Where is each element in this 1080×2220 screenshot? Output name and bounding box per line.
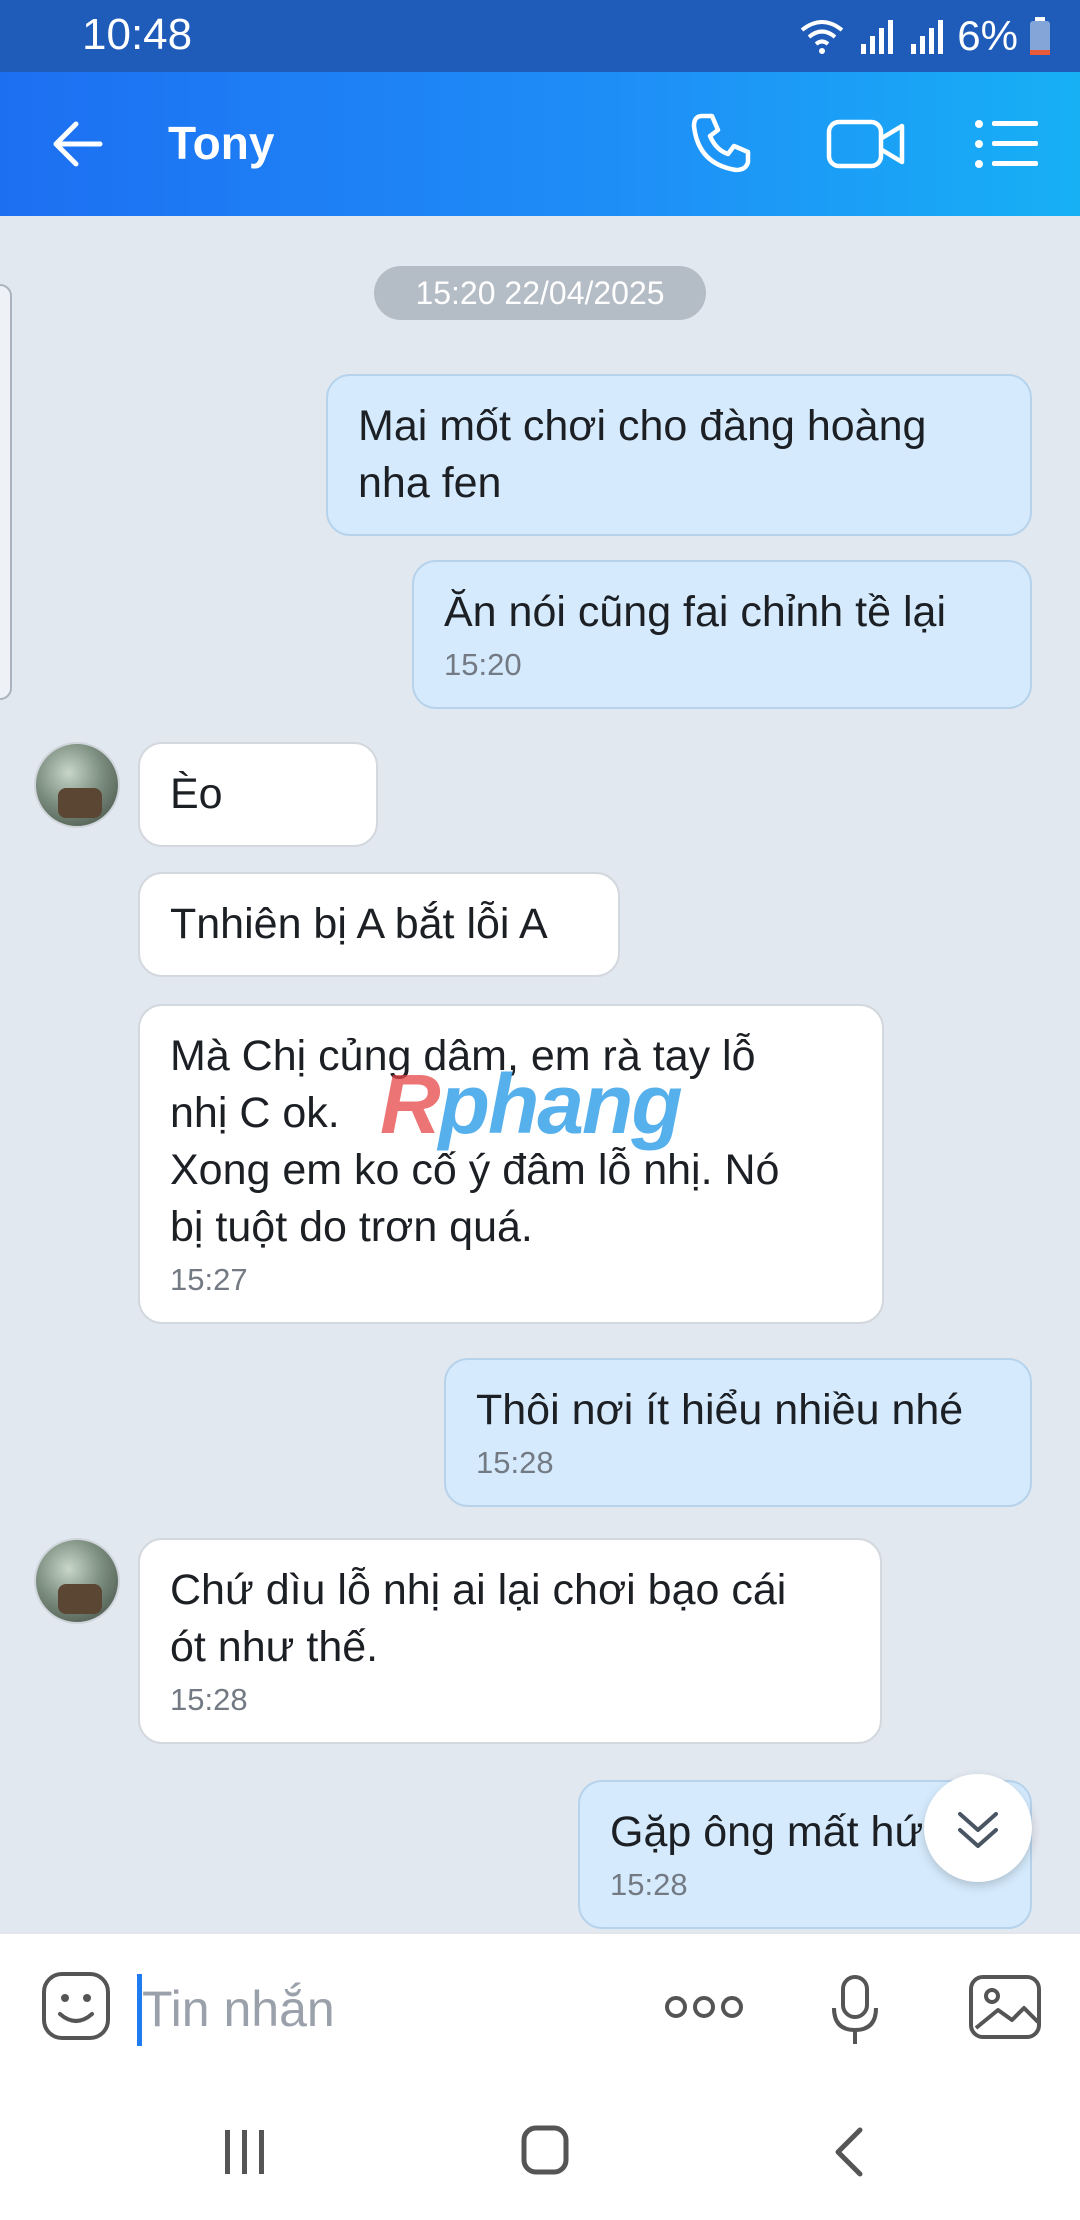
- message-input[interactable]: [142, 1966, 622, 2052]
- avatar[interactable]: [34, 742, 120, 828]
- more-options-icon[interactable]: [664, 1992, 744, 2022]
- message-bubble-outgoing[interactable]: Thôi nơi ít hiểu nhiều nhé 15:28: [444, 1358, 1032, 1507]
- video-call-icon[interactable]: [826, 118, 906, 170]
- message-text: Èo: [170, 770, 223, 818]
- message-text: Ăn nói cũng fai chỉnh tề lại: [444, 588, 946, 636]
- avatar[interactable]: [34, 1538, 120, 1624]
- message-bubble-outgoing[interactable]: Ăn nói cũng fai chỉnh tề lại 15:20: [412, 560, 1032, 709]
- watermark-prefix: R: [380, 1057, 441, 1151]
- status-time: 10:48: [82, 10, 193, 59]
- scroll-to-bottom-button[interactable]: [924, 1774, 1032, 1882]
- side-panel-edge[interactable]: [0, 284, 12, 700]
- wifi-icon: [801, 20, 844, 54]
- message-bubble-incoming[interactable]: Tnhiên bị A bắt lỗi A: [138, 872, 620, 977]
- emoji-sticker-icon[interactable]: [40, 1970, 112, 2042]
- battery-percent: 6%: [957, 12, 1018, 59]
- message-bubble-incoming[interactable]: Èo: [138, 742, 378, 847]
- message-list[interactable]: 15:20 22/04/2025 Mai mốt chơi cho đàng h…: [0, 216, 1080, 1932]
- signal-icon: [861, 20, 894, 54]
- message-time: 15:27: [170, 1262, 248, 1297]
- chat-header: Tony: [0, 72, 1080, 216]
- watermark-rest: phang: [438, 1057, 683, 1151]
- message-composer: [0, 1932, 1080, 2082]
- home-icon[interactable]: [520, 2124, 570, 2176]
- message-text: Chứ dìu lỗ nhị ai lại chơi bạo cái ót nh…: [170, 1566, 787, 1671]
- microphone-icon[interactable]: [830, 1974, 880, 2046]
- message-bubble-incoming[interactable]: Chứ dìu lỗ nhị ai lại chơi bạo cái ót nh…: [138, 1538, 882, 1744]
- date-divider: 15:20 22/04/2025: [374, 266, 706, 320]
- message-text: Thôi nơi ít hiểu nhiều nhé: [476, 1386, 964, 1434]
- image-gallery-icon[interactable]: [968, 1974, 1042, 2040]
- message-time: 15:20: [444, 647, 522, 682]
- message-time: 15:28: [476, 1445, 554, 1480]
- double-chevron-down-icon: [958, 1812, 998, 1848]
- recent-apps-icon[interactable]: [222, 2126, 268, 2178]
- system-navigation-bar: [0, 2082, 1080, 2220]
- back-arrow-icon[interactable]: [50, 116, 110, 172]
- phone-call-icon[interactable]: [688, 110, 754, 176]
- watermark-logo: Rphang: [380, 1056, 683, 1153]
- message-bubble-outgoing[interactable]: Mai mốt chơi cho đàng hoàng nha fen: [326, 374, 1032, 536]
- message-text: Tnhiên bị A bắt lỗi A: [170, 900, 548, 948]
- message-text: Mai mốt chơi cho đàng hoàng nha fen: [358, 402, 927, 507]
- status-bar: 10:48 6%: [0, 0, 1080, 72]
- signal-icon-2: [911, 20, 944, 54]
- nav-back-icon[interactable]: [832, 2126, 866, 2178]
- message-time: 15:28: [170, 1682, 248, 1717]
- contact-name[interactable]: Tony: [168, 116, 274, 170]
- status-icons: 6%: [797, 12, 1052, 60]
- battery-icon: [1030, 17, 1050, 55]
- message-bubble-incoming[interactable]: Mà Chị củng dâm, em rà tay lỗ nhị C ok. …: [138, 1004, 884, 1324]
- menu-list-icon[interactable]: [974, 116, 1040, 172]
